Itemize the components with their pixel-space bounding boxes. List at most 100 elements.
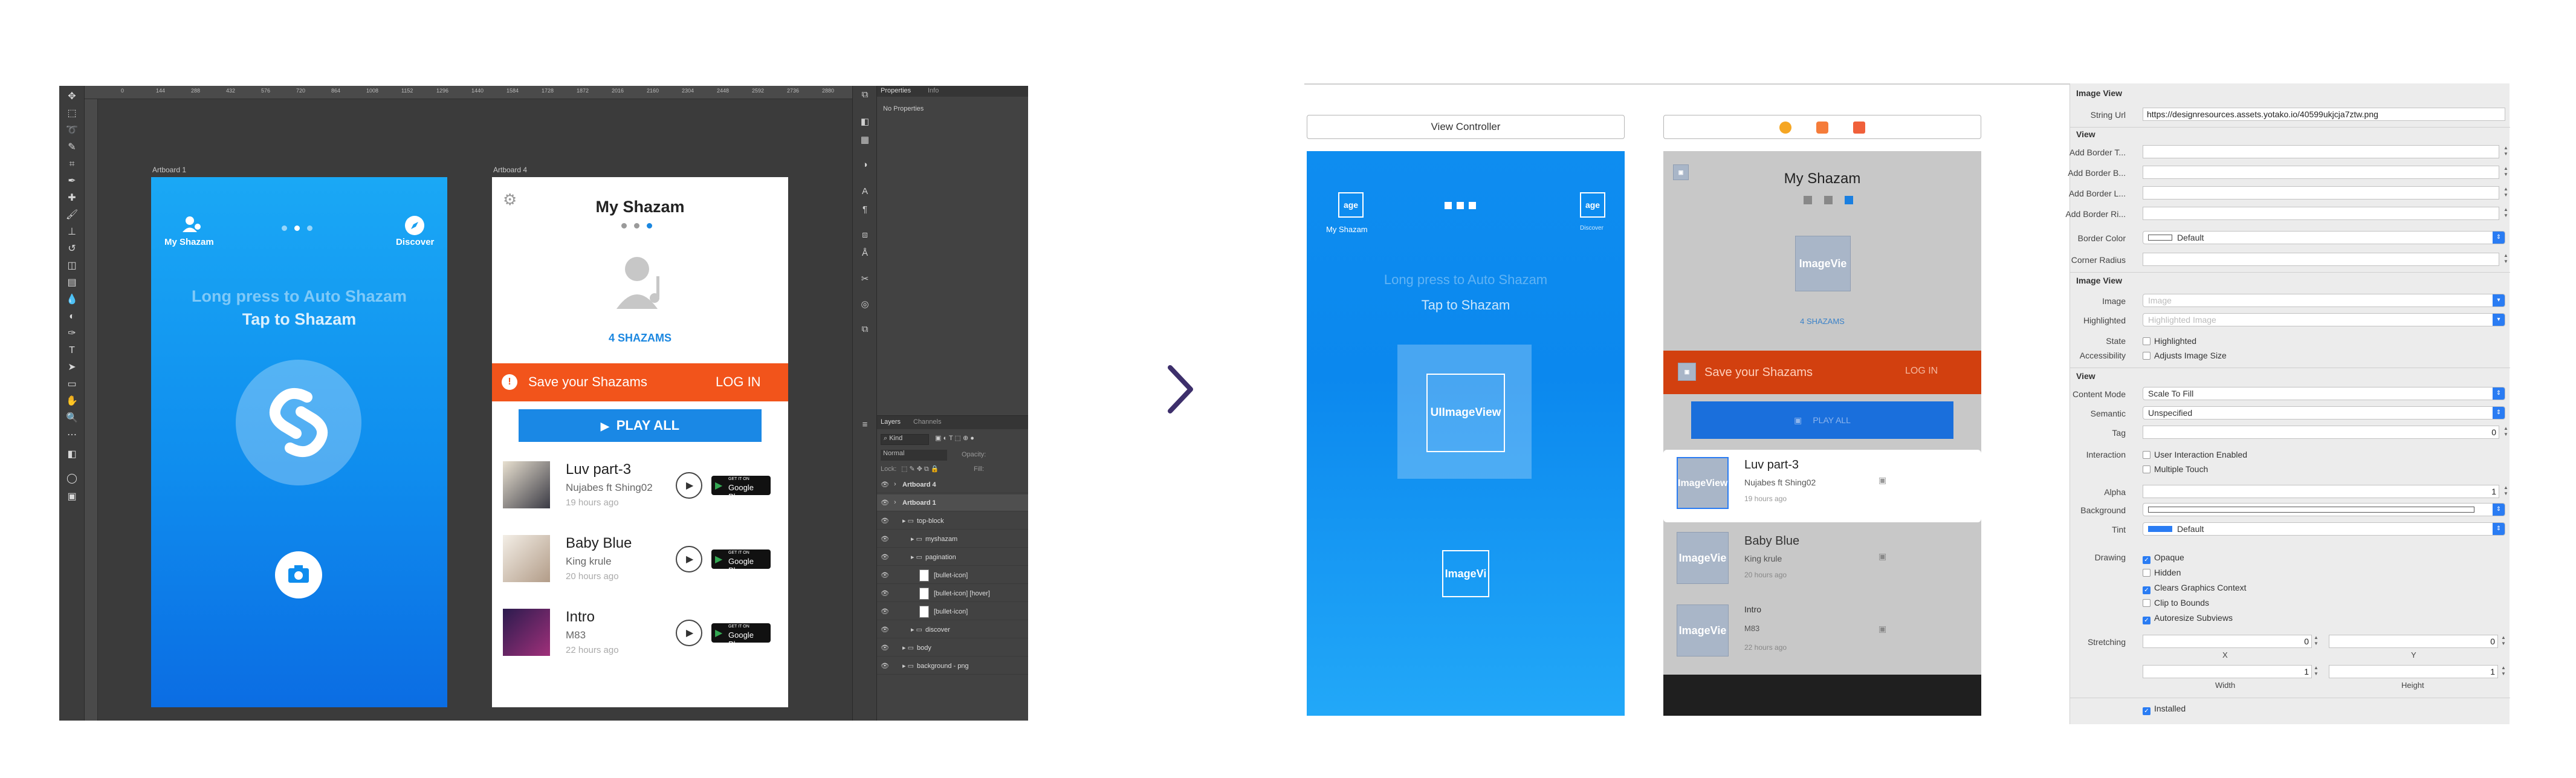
stretch-x-field[interactable]: 0 [2143, 635, 2312, 648]
stepper-icon[interactable]: ▲ ▼ [2503, 207, 2509, 220]
page-dot[interactable] [1804, 196, 1812, 204]
marquee-tool-icon[interactable]: ⬚ [65, 108, 79, 120]
lock-icons[interactable]: ⬚ ✎ ✥ ⧉ 🔒 [901, 465, 939, 473]
zoom-tool-icon[interactable]: 🔍 [65, 412, 79, 424]
stepper-icon[interactable]: ▲ ▼ [2503, 166, 2509, 179]
layer-row[interactable]: 👁 ▸ ▭ discover [877, 621, 1028, 638]
artboard-label[interactable]: Artboard 1 [152, 166, 186, 174]
layer-row[interactable]: 👁 ▸ ▭ top-block [877, 513, 1028, 530]
eraser-tool-icon[interactable]: ◫ [65, 260, 79, 272]
image-view[interactable]: age [1580, 192, 1605, 218]
user-interaction-checkbox[interactable]: User Interaction Enabled [2143, 450, 2247, 459]
3d-panel-icon[interactable]: ◎ [859, 299, 871, 310]
scene-my-shazam[interactable]: ▣ My Shazam ImageVie 4 SHAZAMS ▣ Save yo… [1663, 151, 1981, 716]
track-time[interactable]: 20 hours ago [1744, 571, 1787, 579]
tab-channels[interactable]: Channels [913, 418, 941, 426]
eye-icon[interactable]: 👁 [881, 608, 889, 615]
color-panel-icon[interactable]: ◧ [859, 116, 871, 127]
lasso-tool-icon[interactable]: ➰ [65, 125, 79, 137]
track-row[interactable]: ImageVie Intro M83 22 hours ago ▣ [1663, 598, 1981, 671]
stretch-width-field[interactable]: 1 [2143, 665, 2312, 678]
layer-row[interactable]: 👁 ▸ ▭ myshazam [877, 531, 1028, 548]
track-row-selected[interactable]: ImageView Luv part-3 Nujabes ft Shing02 … [1663, 450, 1981, 522]
folder-icon[interactable]: ▸ ▭ [902, 662, 914, 670]
image-view[interactable]: age [1338, 192, 1364, 218]
swatches-panel-icon[interactable]: ▦ [859, 134, 871, 145]
background-popup[interactable]: ⇕ [2143, 503, 2505, 516]
page-dot[interactable] [282, 225, 287, 231]
eye-icon[interactable]: 👁 [881, 662, 889, 670]
image-view[interactable]: ImageVie [1677, 532, 1729, 584]
page-dot-active[interactable] [294, 225, 300, 231]
view-controller-icon[interactable] [1779, 121, 1792, 134]
stepper-icon[interactable]: ▲ ▼ [2503, 485, 2509, 498]
profile-icon[interactable] [181, 216, 202, 233]
eye-icon[interactable]: 👁 [881, 553, 889, 561]
page-dot[interactable] [634, 223, 639, 229]
page-dot[interactable] [307, 225, 312, 231]
navigator-panel-icon[interactable]: ⧉ [859, 324, 871, 334]
track-row[interactable]: ImageVie Baby Blue King krule 20 hours a… [1663, 526, 1981, 598]
artboard-4[interactable]: ⚙ My Shazam 4 SHAZAMS ! Save your Shazam… [492, 177, 788, 707]
tab-layers[interactable]: Layers [881, 418, 901, 426]
image-combo[interactable]: Image ▾ [2143, 294, 2505, 307]
stamp-tool-icon[interactable]: ⊥ [65, 226, 79, 238]
glyphs-panel-icon[interactable]: Å [859, 248, 871, 258]
stepper-icon[interactable]: ▲ ▼ [2313, 665, 2319, 678]
adjustments-panel-icon[interactable]: ◑ [859, 160, 871, 170]
document-canvas[interactable]: Artboard 1 Artboard 4 My Shazam Discover… [98, 99, 866, 721]
drawing-checkbox[interactable]: ✓ Clears Graphics Context [2143, 583, 2247, 594]
page-dot[interactable] [1445, 202, 1452, 209]
pen-tool-icon[interactable]: ✑ [65, 328, 79, 340]
folder-icon[interactable]: ▸ ▭ [902, 517, 914, 525]
track-title[interactable]: Baby Blue [1744, 534, 1799, 548]
eye-icon[interactable]: 👁 [881, 644, 889, 652]
layer-row[interactable]: 👁 › Artboard 4 [877, 476, 1028, 493]
semantic-popup[interactable]: Unspecified ⇕ [2143, 406, 2505, 420]
stepper-icon[interactable]: ▲ ▼ [2503, 145, 2509, 158]
shazam-count[interactable]: 4 SHAZAMS [492, 332, 788, 345]
character-panel-icon[interactable]: A [859, 186, 871, 196]
track-artist[interactable]: M83 [1744, 624, 1759, 633]
blur-tool-icon[interactable]: 💧 [65, 294, 79, 306]
more-tools-icon[interactable]: ⋯ [65, 429, 79, 441]
stepper-icon[interactable]: ▲ ▼ [2503, 253, 2509, 266]
adjusts-image-size-checkbox[interactable]: Adjusts Image Size [2143, 351, 2227, 360]
image-view[interactable]: ImageVie [1677, 605, 1729, 656]
crop-tool-icon[interactable]: ⌗ [65, 158, 79, 170]
google-play-badge[interactable]: ▶ GET IT ON Google Play [711, 476, 771, 501]
folder-icon[interactable]: ▸ ▭ [902, 644, 914, 652]
border-right-field[interactable] [2143, 207, 2499, 220]
chevron-right-icon[interactable]: › [894, 481, 896, 488]
artboard-1[interactable]: My Shazam Discover Long press to Auto Sh… [151, 177, 447, 707]
shazam-button-area[interactable]: UIImageView [1397, 345, 1532, 479]
layer-row[interactable]: 👁 [bullet-icon] [877, 603, 1028, 620]
image-view[interactable]: ImageVi [1442, 550, 1489, 597]
view-controller-header[interactable]: View Controller [1307, 115, 1625, 139]
my-shazam-title[interactable]: My Shazam [1663, 170, 1981, 187]
stretch-y-field[interactable]: 0 [2329, 635, 2498, 648]
image-view[interactable]: ImageVie [1795, 236, 1851, 291]
layer-row[interactable]: 👁 [bullet-icon] [877, 567, 1028, 584]
drawing-checkbox[interactable]: ✓ Autoresize Subviews [2143, 613, 2233, 624]
compass-icon[interactable] [405, 216, 424, 235]
track-row[interactable]: Luv part-3 Nujabes ft Shing02 19 hours a… [503, 461, 781, 522]
drawing-checkbox[interactable]: Clip to Bounds [2143, 598, 2209, 608]
history-panel-icon[interactable]: ⧉ [859, 89, 871, 100]
tools-panel-icon[interactable]: ✂ [859, 273, 871, 284]
page-dot[interactable] [1824, 196, 1833, 204]
layer-row[interactable]: 👁 ▸ ▭ pagination [877, 549, 1028, 566]
track-row[interactable]: Intro M83 22 hours ago ▶ ▶ GET IT ON Googl… [503, 609, 781, 669]
image-view-selected[interactable]: ImageView [1677, 457, 1729, 509]
border-left-field[interactable] [2143, 186, 2499, 199]
paragraph-panel-icon[interactable]: ¶ [859, 204, 871, 215]
layer-filter[interactable]: ⌕ Kind [881, 434, 929, 445]
layer-row[interactable]: 👁 ▸ ▭ body [877, 640, 1028, 656]
eye-icon[interactable]: 👁 [881, 571, 889, 579]
highlighted-checkbox[interactable]: Highlighted [2143, 336, 2196, 346]
shazam-count[interactable]: 4 SHAZAMS [1663, 317, 1981, 326]
panel-menu-icon[interactable]: ≡ [859, 420, 871, 430]
string-url-field[interactable]: https://designresources.assets.yotako.io… [2143, 108, 2505, 121]
my-shazam-label[interactable]: My Shazam [1326, 225, 1368, 234]
tab-info[interactable]: Info [928, 87, 939, 94]
